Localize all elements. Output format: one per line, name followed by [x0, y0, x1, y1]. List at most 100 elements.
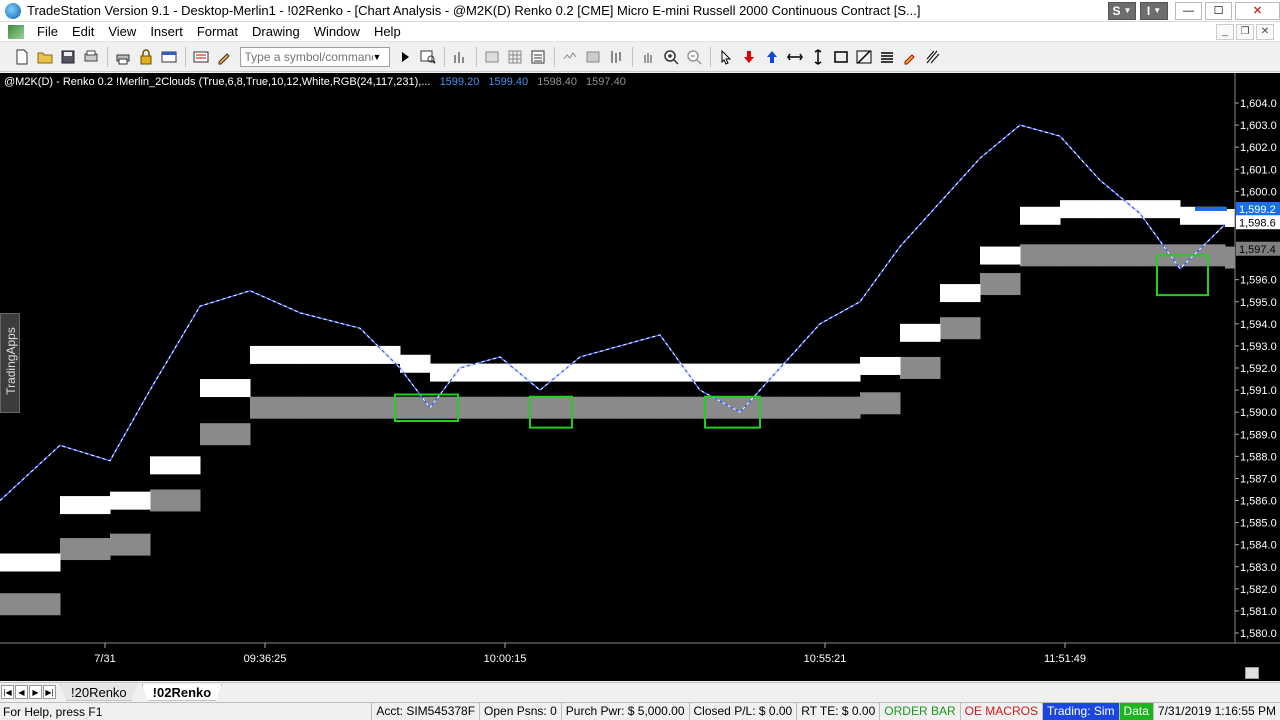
minimize-button[interactable]: — — [1175, 1, 1202, 20]
lower-cloud-step — [580, 396, 621, 419]
horizontal-scrollbar[interactable] — [0, 665, 1280, 681]
buy-arrow-icon[interactable] — [762, 47, 782, 67]
maximize-button[interactable]: ☐ — [1205, 1, 1232, 20]
trendline-icon[interactable] — [854, 47, 874, 67]
horizontal-line-icon[interactable] — [785, 47, 805, 67]
menu-window[interactable]: Window — [307, 22, 367, 42]
mdi-restore-button[interactable]: ❐ — [1236, 23, 1254, 40]
tab-20renko[interactable]: !20Renko — [60, 683, 138, 701]
data-status-badge: Data — [1118, 703, 1153, 720]
account-label[interactable]: Acct: SIM545378F — [371, 703, 479, 720]
upper-cloud-step — [300, 345, 361, 364]
upper-cloud-step — [1060, 200, 1101, 219]
lock-icon[interactable] — [136, 47, 156, 67]
marker-icon[interactable] — [900, 47, 920, 67]
tab-prev-button[interactable]: ◀ — [15, 685, 28, 699]
lower-cloud-step — [940, 317, 981, 340]
price-tick-label: 1,580.0 — [1240, 628, 1277, 640]
scroll-thumb[interactable] — [1245, 667, 1259, 679]
menu-icon[interactable] — [877, 47, 897, 67]
save-icon[interactable] — [58, 47, 78, 67]
lower-cloud-step — [860, 392, 901, 415]
upper-cloud-step — [1225, 209, 1236, 227]
rectangle-icon[interactable] — [831, 47, 851, 67]
hand-icon[interactable] — [638, 47, 658, 67]
data-window-icon[interactable] — [482, 47, 502, 67]
zoom-in-icon[interactable] — [661, 47, 681, 67]
grid-icon[interactable] — [505, 47, 525, 67]
symbol-command-box[interactable]: ▼ — [239, 47, 390, 67]
menu-insert[interactable]: Insert — [143, 22, 190, 42]
symbol-input[interactable] — [244, 50, 373, 64]
print-setup-icon[interactable] — [81, 47, 101, 67]
i-button[interactable]: I ▼ — [1140, 1, 1168, 20]
go-arrow-icon[interactable] — [395, 47, 415, 67]
menu-format[interactable]: Format — [190, 22, 245, 42]
tab-last-button[interactable]: ▶| — [43, 685, 56, 699]
price-chart[interactable]: 1,604.0 1,603.0 1,602.0 1,601.0 1,600.0 1,596… — [0, 73, 1280, 665]
chart-window-icon[interactable] — [8, 24, 24, 39]
trading-mode-badge[interactable]: Trading: Sim — [1041, 703, 1119, 720]
pencil-icon[interactable] — [214, 47, 234, 67]
menu-edit[interactable]: Edit — [65, 22, 101, 42]
upper-cloud-step — [580, 363, 621, 382]
mdi-close-button[interactable]: ✕ — [1256, 23, 1274, 40]
s-button[interactable]: S ▼ — [1108, 1, 1136, 20]
pointer-icon[interactable] — [716, 47, 736, 67]
window-title: TradeStation Version 9.1 - Desktop-Merli… — [27, 3, 921, 18]
mdi-controls: _ ❐ ✕ — [1214, 23, 1274, 40]
open-positions: Open Psns: 0 — [479, 703, 561, 720]
upper-cloud-step — [820, 363, 861, 382]
tab-first-button[interactable]: |◀ — [1, 685, 14, 699]
symbol-lookup-icon[interactable] — [418, 47, 438, 67]
tradingapps-side-tab[interactable]: TradingApps — [0, 313, 20, 413]
price-tick-label: 1,590.0 — [1240, 407, 1277, 419]
print-icon[interactable] — [113, 47, 133, 67]
chart-area[interactable]: 1,604.0 1,603.0 1,602.0 1,601.0 1,600.0 1,596… — [0, 73, 1280, 681]
heikin-icon[interactable] — [560, 47, 580, 67]
upper-cloud-step — [940, 284, 981, 303]
time-tick-label: 11:51:49 — [1044, 653, 1086, 665]
i-button-label: I — [1146, 3, 1151, 18]
candles-icon[interactable] — [606, 47, 626, 67]
time-tick-label: 10:55:21 — [804, 653, 847, 665]
oe-macros-button[interactable]: OE MACROS — [959, 703, 1042, 720]
lower-cloud-step — [460, 396, 501, 419]
menu-help[interactable]: Help — [367, 22, 408, 42]
volume-icon[interactable] — [583, 47, 603, 67]
toolbar-separator — [709, 47, 711, 67]
lower-cloud-step — [300, 396, 361, 419]
mdi-minimize-button[interactable]: _ — [1216, 23, 1234, 40]
menu-view[interactable]: View — [101, 22, 143, 42]
bar-chart-icon[interactable] — [450, 47, 470, 67]
close-button[interactable]: ✕ — [1235, 1, 1280, 20]
s-button-label: S — [1112, 3, 1121, 18]
menu-drawing[interactable]: Drawing — [245, 22, 307, 42]
drawing-icon[interactable] — [528, 47, 548, 67]
hatch-icon[interactable] — [923, 47, 943, 67]
sell-arrow-icon[interactable] — [739, 47, 759, 67]
price-tick-label: 1,594.0 — [1240, 319, 1277, 331]
price-tag-label: 1,598.6 — [1239, 217, 1276, 229]
menu-file[interactable]: File — [30, 22, 65, 42]
upper-cloud-step — [500, 363, 541, 382]
closed-pl: Closed P/L: $ 0.00 — [688, 703, 797, 720]
price-tick-label: 1,601.0 — [1240, 164, 1277, 176]
toolbar-separator — [631, 47, 633, 67]
chevron-down-icon[interactable]: ▼ — [373, 52, 382, 62]
vertical-line-icon[interactable] — [808, 47, 828, 67]
lower-cloud-step — [900, 356, 941, 379]
tab-02renko[interactable]: !02Renko — [141, 683, 223, 701]
help-text: For Help, press F1 — [3, 704, 103, 719]
tab-next-button[interactable]: ▶ — [29, 685, 42, 699]
new-doc-icon[interactable] — [12, 47, 32, 67]
toolbar-separator — [106, 47, 108, 67]
price-tag-label: 1,597.4 — [1239, 244, 1276, 256]
lower-cloud-step — [60, 538, 111, 561]
zoom-out-icon[interactable] — [684, 47, 704, 67]
workspace-icon[interactable] — [159, 47, 179, 67]
order-bar-button[interactable]: ORDER BAR — [879, 703, 959, 720]
upper-cloud-step — [150, 456, 201, 475]
link-icon[interactable] — [191, 47, 211, 67]
open-folder-icon[interactable] — [35, 47, 55, 67]
